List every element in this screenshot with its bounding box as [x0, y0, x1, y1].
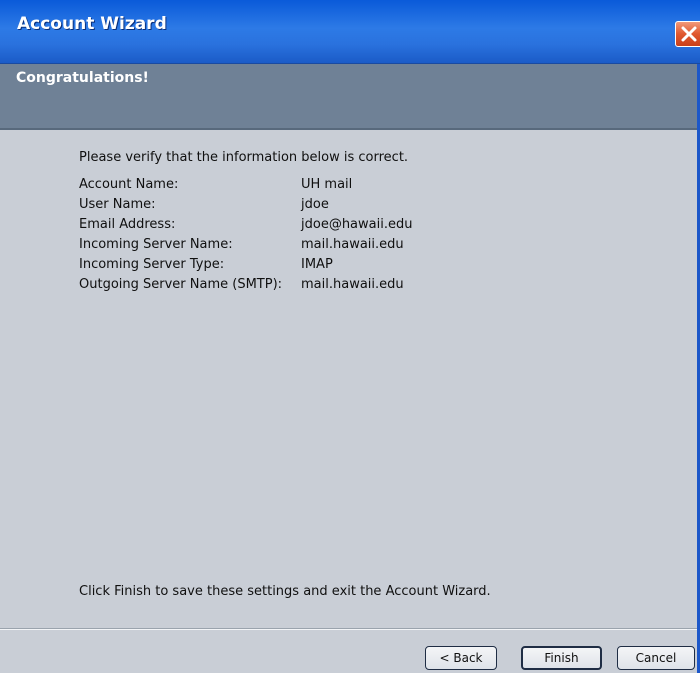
info-row-email-address: Email Address: jdoe@hawaii.edu — [79, 217, 679, 237]
intro-text: Please verify that the information below… — [79, 150, 409, 165]
window-title: Account Wizard — [17, 14, 167, 34]
finish-button[interactable]: Finish — [521, 646, 602, 670]
info-value: jdoe@hawaii.edu — [301, 217, 413, 232]
back-button[interactable]: < Back — [425, 646, 497, 670]
account-info-table: Account Name: UH mail User Name: jdoe Em… — [79, 177, 679, 297]
info-value: jdoe — [301, 197, 329, 212]
wizard-content: Please verify that the information below… — [0, 130, 700, 610]
info-value: mail.hawaii.edu — [301, 237, 404, 252]
info-value: UH mail — [301, 177, 353, 192]
info-row-incoming-server-type: Incoming Server Type: IMAP — [79, 257, 679, 277]
cancel-button[interactable]: Cancel — [617, 646, 695, 670]
info-value: IMAP — [301, 257, 333, 272]
info-label: Incoming Server Type: — [79, 257, 225, 272]
wizard-subtitle: Congratulations! — [16, 70, 149, 86]
finish-instructions: Click Finish to save these settings and … — [79, 584, 491, 599]
info-label: Email Address: — [79, 217, 176, 232]
wizard-header: Congratulations! — [0, 64, 700, 128]
button-separator — [0, 628, 700, 630]
close-button[interactable] — [675, 21, 700, 47]
info-label: Outgoing Server Name (SMTP): — [79, 277, 283, 292]
close-icon — [681, 26, 697, 42]
account-wizard-window: Account Wizard Congratulations! Please v… — [0, 0, 700, 673]
info-value: mail.hawaii.edu — [301, 277, 404, 292]
info-row-user-name: User Name: jdoe — [79, 197, 679, 217]
info-row-incoming-server-name: Incoming Server Name: mail.hawaii.edu — [79, 237, 679, 257]
info-row-account-name: Account Name: UH mail — [79, 177, 679, 197]
info-row-outgoing-server-name: Outgoing Server Name (SMTP): mail.hawaii… — [79, 277, 679, 297]
info-label: Account Name: — [79, 177, 179, 192]
info-label: Incoming Server Name: — [79, 237, 233, 252]
info-label: User Name: — [79, 197, 156, 212]
title-bar[interactable]: Account Wizard — [0, 0, 700, 64]
